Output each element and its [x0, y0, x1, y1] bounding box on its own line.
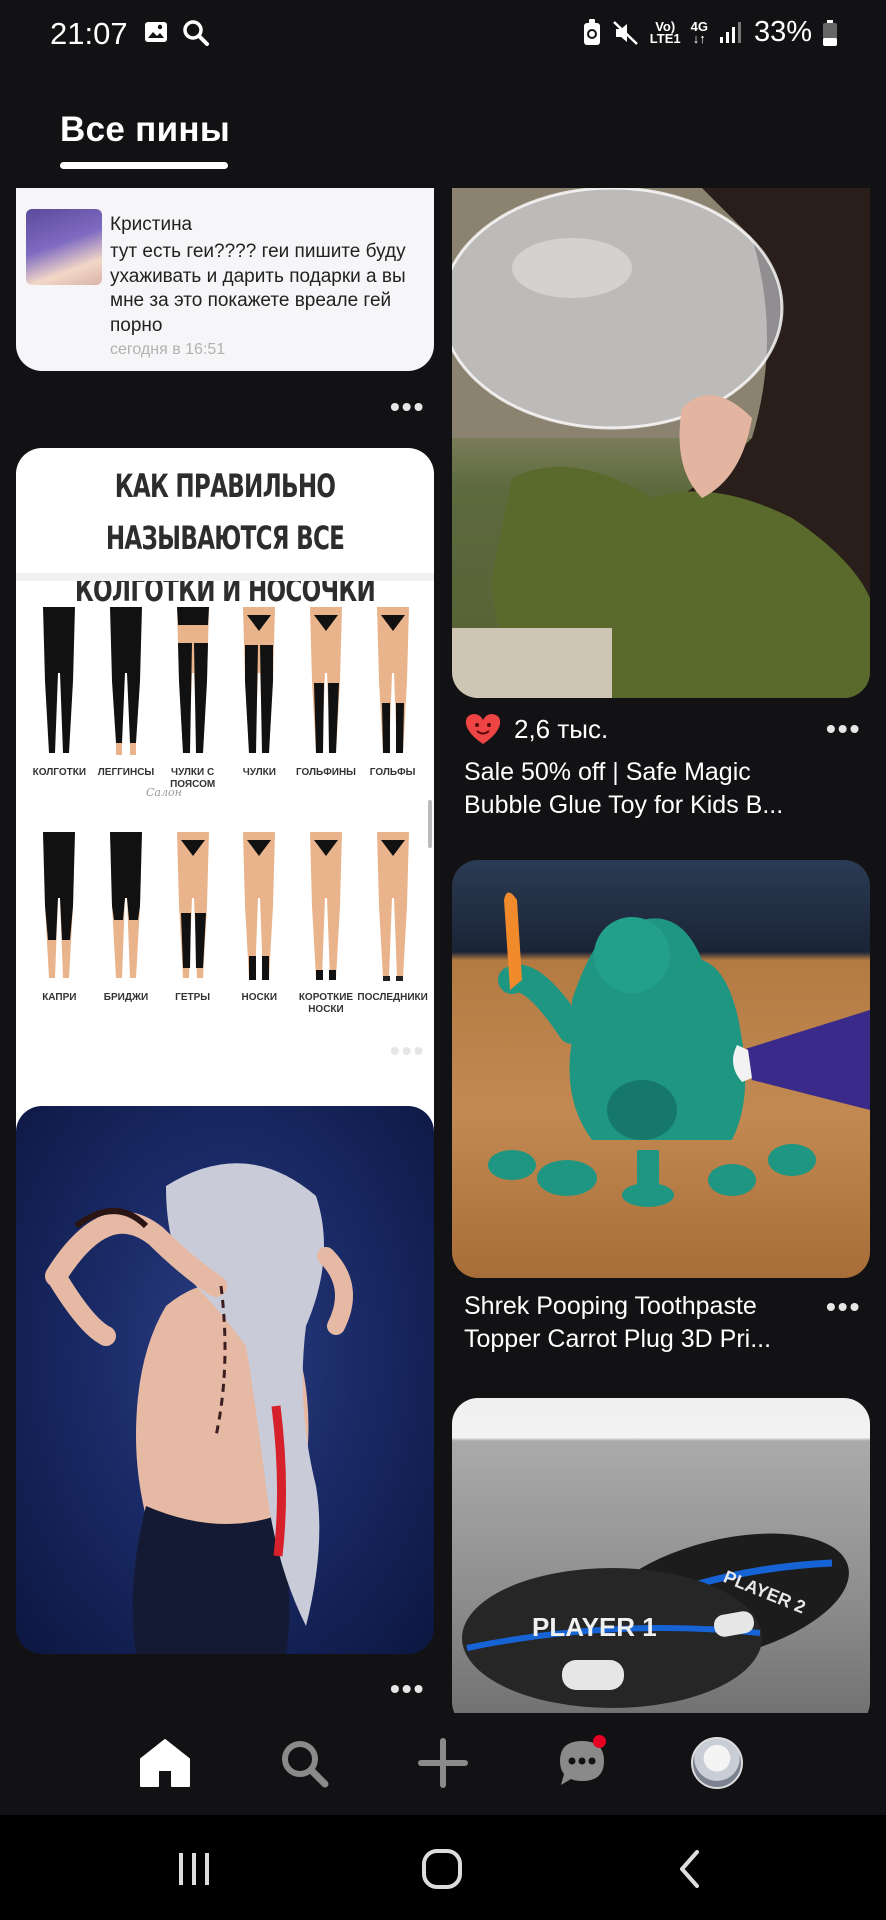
tab-all-pins[interactable]: Все пины: [60, 110, 230, 150]
gamepad-engraving: [562, 1660, 624, 1690]
more-options-button[interactable]: •••: [826, 715, 861, 743]
leg-figure: КОРОТКИЕ НОСКИ: [298, 828, 354, 1016]
status-time: 21:07: [50, 16, 128, 51]
recents-icon: [179, 1853, 209, 1885]
nav-search[interactable]: [274, 1733, 334, 1793]
signal-icon: [719, 21, 741, 43]
tab-active-indicator: [60, 162, 228, 169]
status-right-icons: Vo) LTE1 4G ↓↑ 33%: [582, 16, 838, 49]
leg-caption: ГОЛЬФИНЫ: [295, 767, 356, 778]
leg-figure: ПОСЛЕДНИКИ: [357, 828, 428, 1016]
network-type: 4G ↓↑: [691, 20, 708, 46]
infographic-divider: [16, 573, 434, 581]
chat-message: тут есть геи???? геи пишите буду ухажива…: [110, 241, 406, 336]
pin-anime-art[interactable]: [16, 1106, 434, 1654]
leg-caption: ГОЛЬФЫ: [369, 767, 416, 778]
home-button[interactable]: [412, 1845, 472, 1893]
pin-shrek-topper[interactable]: [452, 860, 870, 1278]
status-bar: 21:07 Vo) LTE1 4G ↓↑ 33%: [0, 0, 886, 70]
nav-home[interactable]: [135, 1733, 195, 1793]
leg-figure: КОЛГОТКИ: [32, 603, 87, 791]
leg-figure: ЛЕГГИНСЫ: [97, 603, 155, 791]
chat-timestamp: сегодня в 16:51: [110, 341, 226, 358]
home-circle-icon: [422, 1849, 462, 1889]
leg-caption: ПОСЛЕДНИКИ: [357, 992, 428, 1003]
nav-messages[interactable]: [552, 1733, 612, 1793]
recents-button[interactable]: [164, 1845, 224, 1893]
infographic-title: КАК ПРАВИЛЬНО НАЗЫВАЮТСЯ ВСЕ КОЛГОТКИ И …: [75, 460, 376, 616]
create-icon: [418, 1738, 468, 1788]
status-left-icons: [143, 18, 211, 48]
back-icon: [680, 1850, 699, 1888]
leg-caption: КОРОТКИЕ НОСКИ: [298, 992, 354, 1015]
ring1-label: PLAYER 1: [532, 1612, 657, 1642]
leg-figure: ЧУЛКИ: [233, 603, 285, 791]
anime-figure-image: [45, 1163, 353, 1654]
more-options-button[interactable]: •••: [390, 393, 425, 421]
pin-gamer-rings[interactable]: PLAYER 2 PLAYER 1: [452, 1398, 870, 1713]
heart-reaction-icon: [465, 714, 501, 744]
bottom-navigation: [0, 1713, 886, 1815]
bubble-photo-image: [452, 188, 870, 698]
profile-avatar: [691, 1737, 743, 1789]
pin-title[interactable]: Shrek Pooping Toothpaste Topper Carrot P…: [464, 1290, 834, 1356]
mute-icon: [612, 20, 638, 45]
shrek-photo-image: [488, 892, 870, 1207]
search-icon: [282, 1741, 329, 1788]
leg-caption: КОЛГОТКИ: [32, 767, 87, 778]
home-icon: [140, 1739, 190, 1787]
battery-saver-icon: [583, 18, 600, 45]
leg-figure: ГОЛЬФИНЫ: [296, 603, 356, 791]
pin-chat-screenshot[interactable]: Кристина тут есть геи???? геи пишите буд…: [16, 188, 434, 371]
leg-caption: БРИДЖИ: [103, 992, 149, 1003]
rings-photo-image: PLAYER 2 PLAYER 1: [462, 1533, 849, 1708]
pin-tights-infographic[interactable]: КАК ПРАВИЛЬНО НАЗЫВАЮТСЯ ВСЕ КОЛГОТКИ И …: [16, 448, 434, 1208]
leg-caption: КАПРИ: [42, 992, 77, 1003]
infographic-title-line1: КАК ПРАВИЛЬНО НАЗЫВАЮТСЯ ВСЕ: [105, 467, 345, 557]
leg-caption: ЛЕГГИНСЫ: [97, 767, 155, 778]
leg-figure: ГОЛЬФЫ: [367, 603, 419, 791]
more-options-button[interactable]: •••: [390, 1675, 425, 1703]
battery-percent: 33%: [753, 16, 812, 48]
chat-sender-name: Кристина: [110, 214, 193, 235]
leg-figure: НОСКИ: [233, 828, 285, 1016]
more-options-button[interactable]: •••: [390, 1037, 425, 1065]
more-options-button[interactable]: •••: [826, 1293, 861, 1321]
system-navigation-bar: [0, 1815, 886, 1920]
image-icon: [145, 22, 167, 42]
data-arrows-icon: ↓↑: [692, 30, 706, 46]
leg-caption: НОСКИ: [241, 992, 278, 1003]
leg-figure: ЧУЛКИ С ПОЯСОМ: [167, 603, 219, 791]
likes-count: 2,6 тыс.: [514, 713, 609, 744]
lte-label: LTE1: [649, 30, 681, 46]
pin-title[interactable]: Sale 50% off | Safe Magic Bubble Glue To…: [464, 756, 834, 822]
back-button[interactable]: [660, 1845, 720, 1893]
likes-row[interactable]: 2,6 тыс.: [464, 712, 608, 746]
scroll-thumb: [428, 800, 432, 848]
notification-dot: [593, 1735, 606, 1748]
leg-caption: ГЕТРЫ: [175, 992, 211, 1003]
pin-feed[interactable]: Кристина тут есть геи???? геи пишите буд…: [0, 188, 886, 1713]
tights-row-2: КАПРИ БРИДЖИ ГЕТРЫ НОСКИ КОРОТКИЕ НОСКИ …: [26, 828, 428, 1016]
pin-caption[interactable]: Попробуй выучи: [30, 1034, 221, 1067]
nav-profile[interactable]: [687, 1733, 747, 1793]
leg-figure: КАПРИ: [33, 828, 85, 1016]
nav-create[interactable]: [413, 1733, 473, 1793]
chat-avatar: [26, 209, 102, 285]
leg-caption: ЧУЛКИ: [242, 767, 276, 778]
pin-bubble-toy[interactable]: [452, 188, 870, 698]
search-icon: [183, 20, 209, 46]
watermark-logo: Салон: [146, 786, 182, 799]
leg-figure: БРИДЖИ: [100, 828, 152, 1016]
leg-figure: ГЕТРЫ: [167, 828, 219, 1016]
battery-icon: [823, 19, 837, 46]
tab-all-pins-label: Все пины: [60, 110, 231, 149]
network-volte: Vo) LTE1: [649, 20, 681, 46]
tights-row-1: КОЛГОТКИ ЛЕГГИНСЫ ЧУЛКИ С ПОЯСОМ ЧУЛКИ Г…: [26, 603, 426, 791]
